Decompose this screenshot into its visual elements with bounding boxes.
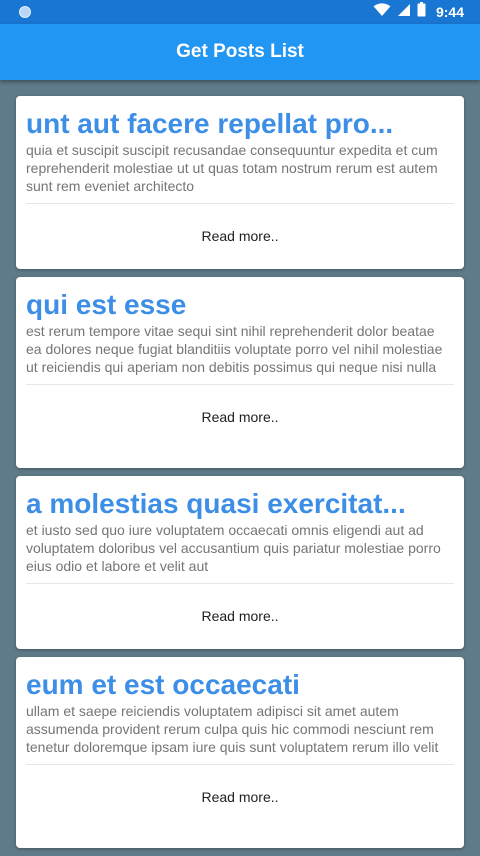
post-card: unt aut facere repellat pro... quia et s…: [16, 96, 464, 269]
read-more-button[interactable]: Read more..: [26, 204, 454, 268]
notification-dot-icon: [19, 6, 31, 18]
post-card: a molestias quasi exercitat... et iusto …: [16, 476, 464, 649]
battery-icon: [417, 2, 426, 22]
read-more-button[interactable]: Read more..: [26, 584, 454, 648]
post-body: quia et suscipit suscipit recusandae con…: [26, 142, 438, 194]
post-body: et iusto sed quo iure voluptatem occaeca…: [26, 522, 441, 574]
page-title: Get Posts List: [176, 41, 304, 62]
post-title: eum et est occaecati: [26, 669, 300, 700]
post-body: est rerum tempore vitae sequi sint nihil…: [26, 323, 443, 375]
post-title: a molestias quasi exercitat...: [26, 488, 406, 519]
post-title: qui est esse: [26, 289, 187, 320]
cellular-signal-icon: [397, 3, 411, 22]
post-card: eum et est occaecati ullam et saepe reic…: [16, 657, 464, 848]
post-card: qui est esse est rerum tempore vitae seq…: [16, 277, 464, 468]
wifi-icon: [373, 2, 391, 22]
post-body: ullam et saepe reiciendis voluptatem adi…: [26, 703, 439, 755]
status-time: 9:44: [435, 4, 464, 20]
status-icons: 9:44: [373, 0, 464, 24]
read-more-button[interactable]: Read more..: [26, 385, 454, 449]
app-bar: Get Posts List: [0, 24, 480, 80]
posts-list[interactable]: unt aut facere repellat pro... quia et s…: [16, 96, 464, 856]
status-bar: 9:44: [0, 0, 480, 24]
post-title: unt aut facere repellat pro...: [26, 108, 394, 139]
read-more-button[interactable]: Read more..: [26, 765, 454, 829]
